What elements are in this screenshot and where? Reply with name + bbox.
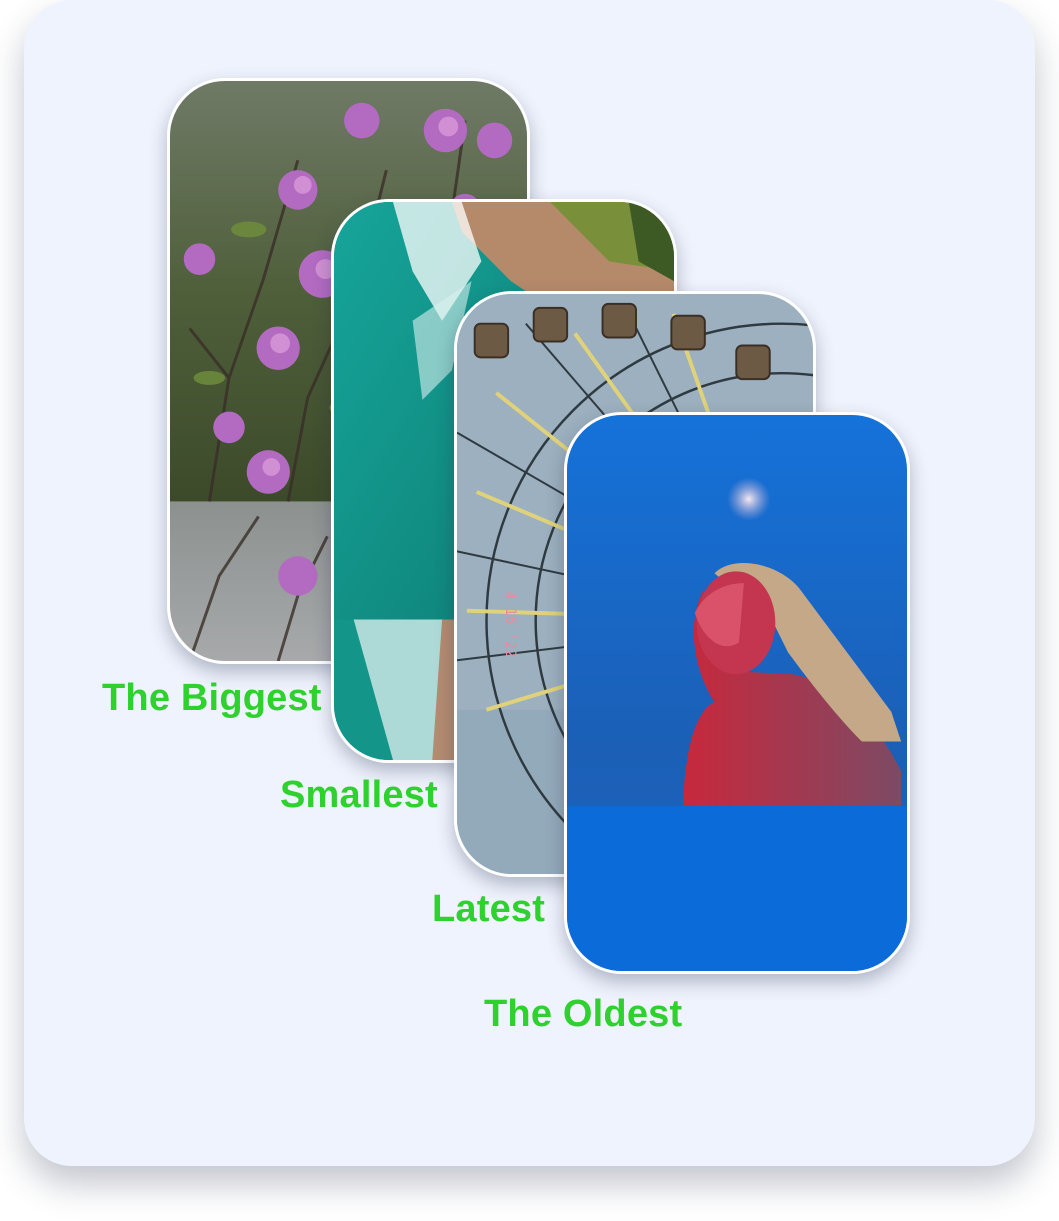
svg-text:4 16 '22: 4 16 '22 <box>502 591 518 658</box>
sort-label-biggest[interactable]: The Biggest <box>102 679 322 717</box>
portrait-moon-photo <box>567 415 907 971</box>
sort-label-latest[interactable]: Latest <box>432 890 545 928</box>
sort-options-panel: 4 16 '22 The Biggest Smallest Latest The… <box>24 0 1035 1166</box>
portrait-moon-photo-card[interactable] <box>564 412 910 974</box>
sort-label-smallest[interactable]: Smallest <box>280 776 438 814</box>
sort-label-oldest[interactable]: The Oldest <box>484 995 682 1033</box>
